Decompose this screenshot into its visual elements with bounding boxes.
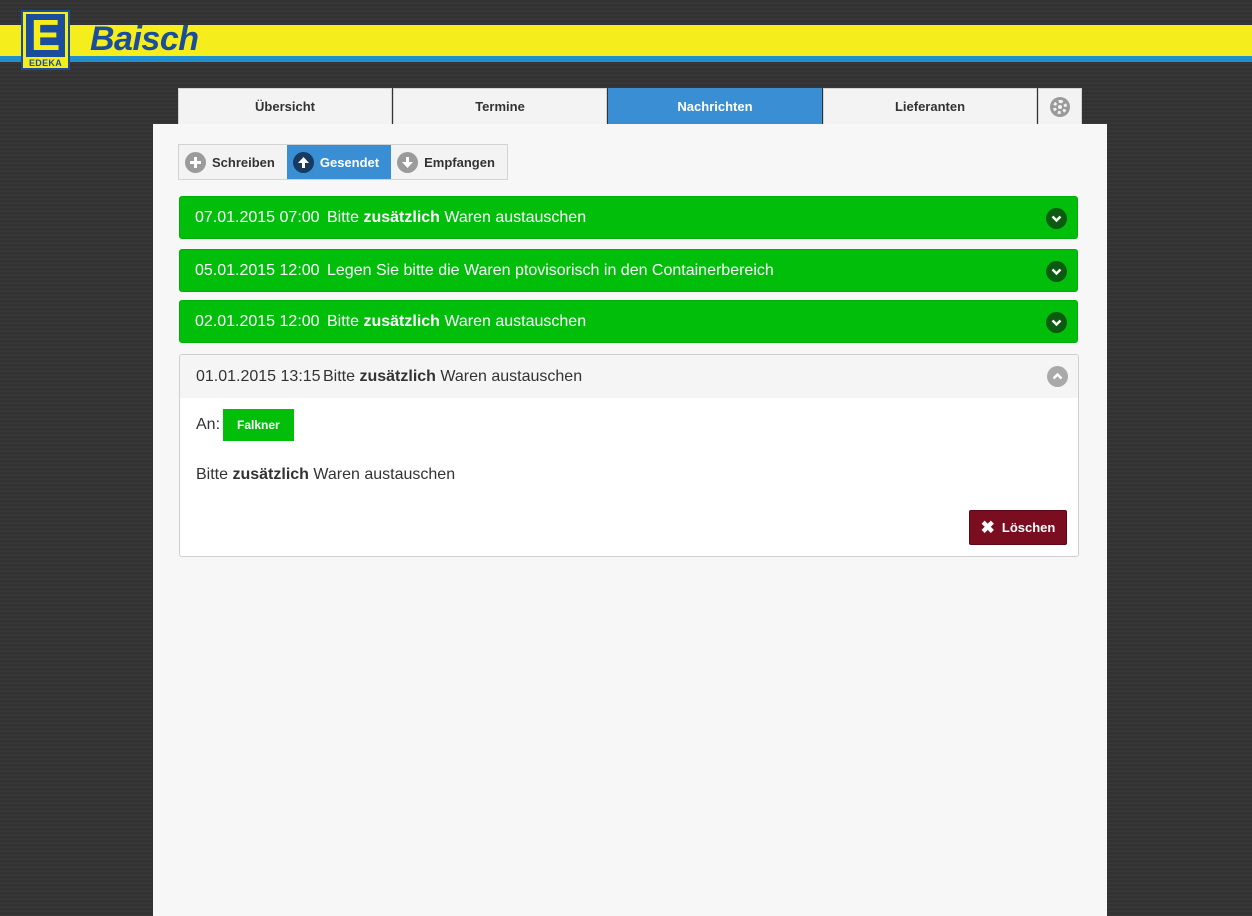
chevron-up-icon[interactable] xyxy=(1047,366,1068,387)
logo-letter: E xyxy=(26,14,65,58)
message-row[interactable]: 07.01.2015 07:00 Bitte zusätzlich Waren … xyxy=(179,196,1078,239)
subject-text: Bitte xyxy=(327,208,364,226)
logo-subtitle: EDEKA xyxy=(28,58,62,68)
message-body: Bitte zusätzlich Waren austauschen xyxy=(196,466,455,484)
message-date: 05.01.2015 12:00 xyxy=(195,261,320,279)
message-subject: Bitte zusätzlich Waren austauschen xyxy=(323,368,582,386)
arrow-up-icon xyxy=(292,151,314,173)
chevron-down-icon[interactable] xyxy=(1046,312,1067,333)
subject-text: Waren austauschen xyxy=(439,208,587,226)
plus-icon xyxy=(185,151,206,173)
subject-emphasis: zusätzlich xyxy=(363,208,440,226)
subject-text: Bitte xyxy=(323,367,360,385)
subtab-label: Empfangen xyxy=(424,154,495,170)
main-panel: Schreiben Gesendet Empfangen 07.01.2015 … xyxy=(153,124,1107,916)
subject-emphasis: zusätzlich xyxy=(359,367,436,385)
message-row[interactable]: 02.01.2015 12:00 Bitte zusätzlich Waren … xyxy=(179,300,1078,343)
to-label: An: xyxy=(196,416,221,433)
settings-tab[interactable] xyxy=(1038,88,1082,124)
subtab-empfangen[interactable]: Empfangen xyxy=(391,145,507,179)
body-emphasis: zusätzlich xyxy=(232,466,309,483)
chevron-down-icon[interactable] xyxy=(1046,208,1067,229)
brand-name: Baisch xyxy=(90,20,199,58)
tab-nachrichten[interactable]: Nachrichten xyxy=(608,88,822,124)
expanded-message: 01.01.2015 13:15 Bitte zusätzlich Waren … xyxy=(179,354,1079,557)
message-subject: Bitte zusätzlich Waren austauschen xyxy=(327,313,1077,331)
recipient-row: An: Falkner xyxy=(196,409,294,441)
subtab-gesendet[interactable]: Gesendet xyxy=(286,145,392,179)
subject-text: Waren austauschen xyxy=(439,312,587,330)
tab-lieferanten[interactable]: Lieferanten xyxy=(823,88,1037,124)
main-tabs: Übersicht Termine Nachrichten Lieferante… xyxy=(178,88,1083,124)
subject-text: Bitte xyxy=(327,312,364,330)
delete-button[interactable]: ✖ Löschen xyxy=(969,510,1067,545)
recipient-badge[interactable]: Falkner xyxy=(223,409,294,441)
edeka-logo: E EDEKA xyxy=(21,10,70,70)
subject-emphasis: zusätzlich xyxy=(363,312,440,330)
tab-termine[interactable]: Termine xyxy=(393,88,607,124)
message-subject: Legen Sie bitte die Waren ptovisorisch i… xyxy=(327,262,1077,280)
arrow-down-icon xyxy=(397,151,419,173)
message-date: 07.01.2015 07:00 xyxy=(195,208,320,226)
body-text: Waren austauschen xyxy=(308,466,456,483)
chevron-down-icon[interactable] xyxy=(1046,261,1067,282)
message-subject: Bitte zusätzlich Waren austauschen xyxy=(327,209,1077,227)
body-text: Bitte xyxy=(196,466,233,483)
close-icon: ✖ xyxy=(980,518,995,537)
message-date: 01.01.2015 13:15 xyxy=(196,367,321,385)
tab-uebersicht[interactable]: Übersicht xyxy=(178,88,392,124)
subtab-schreiben[interactable]: Schreiben xyxy=(179,145,287,179)
message-date: 02.01.2015 12:00 xyxy=(195,312,320,330)
message-row[interactable]: 05.01.2015 12:00 Legen Sie bitte die War… xyxy=(179,249,1078,292)
subtab-label: Gesendet xyxy=(319,154,380,170)
subtab-label: Schreiben xyxy=(212,154,275,170)
gear-icon xyxy=(1050,96,1070,117)
message-subtabs: Schreiben Gesendet Empfangen xyxy=(178,144,508,180)
subject-text: Waren austauschen xyxy=(435,367,583,385)
delete-label: Löschen xyxy=(1001,520,1056,535)
expanded-message-header[interactable]: 01.01.2015 13:15 Bitte zusätzlich Waren … xyxy=(180,355,1078,398)
subject-text: Legen Sie bitte die Waren ptovisorisch i… xyxy=(327,261,774,279)
